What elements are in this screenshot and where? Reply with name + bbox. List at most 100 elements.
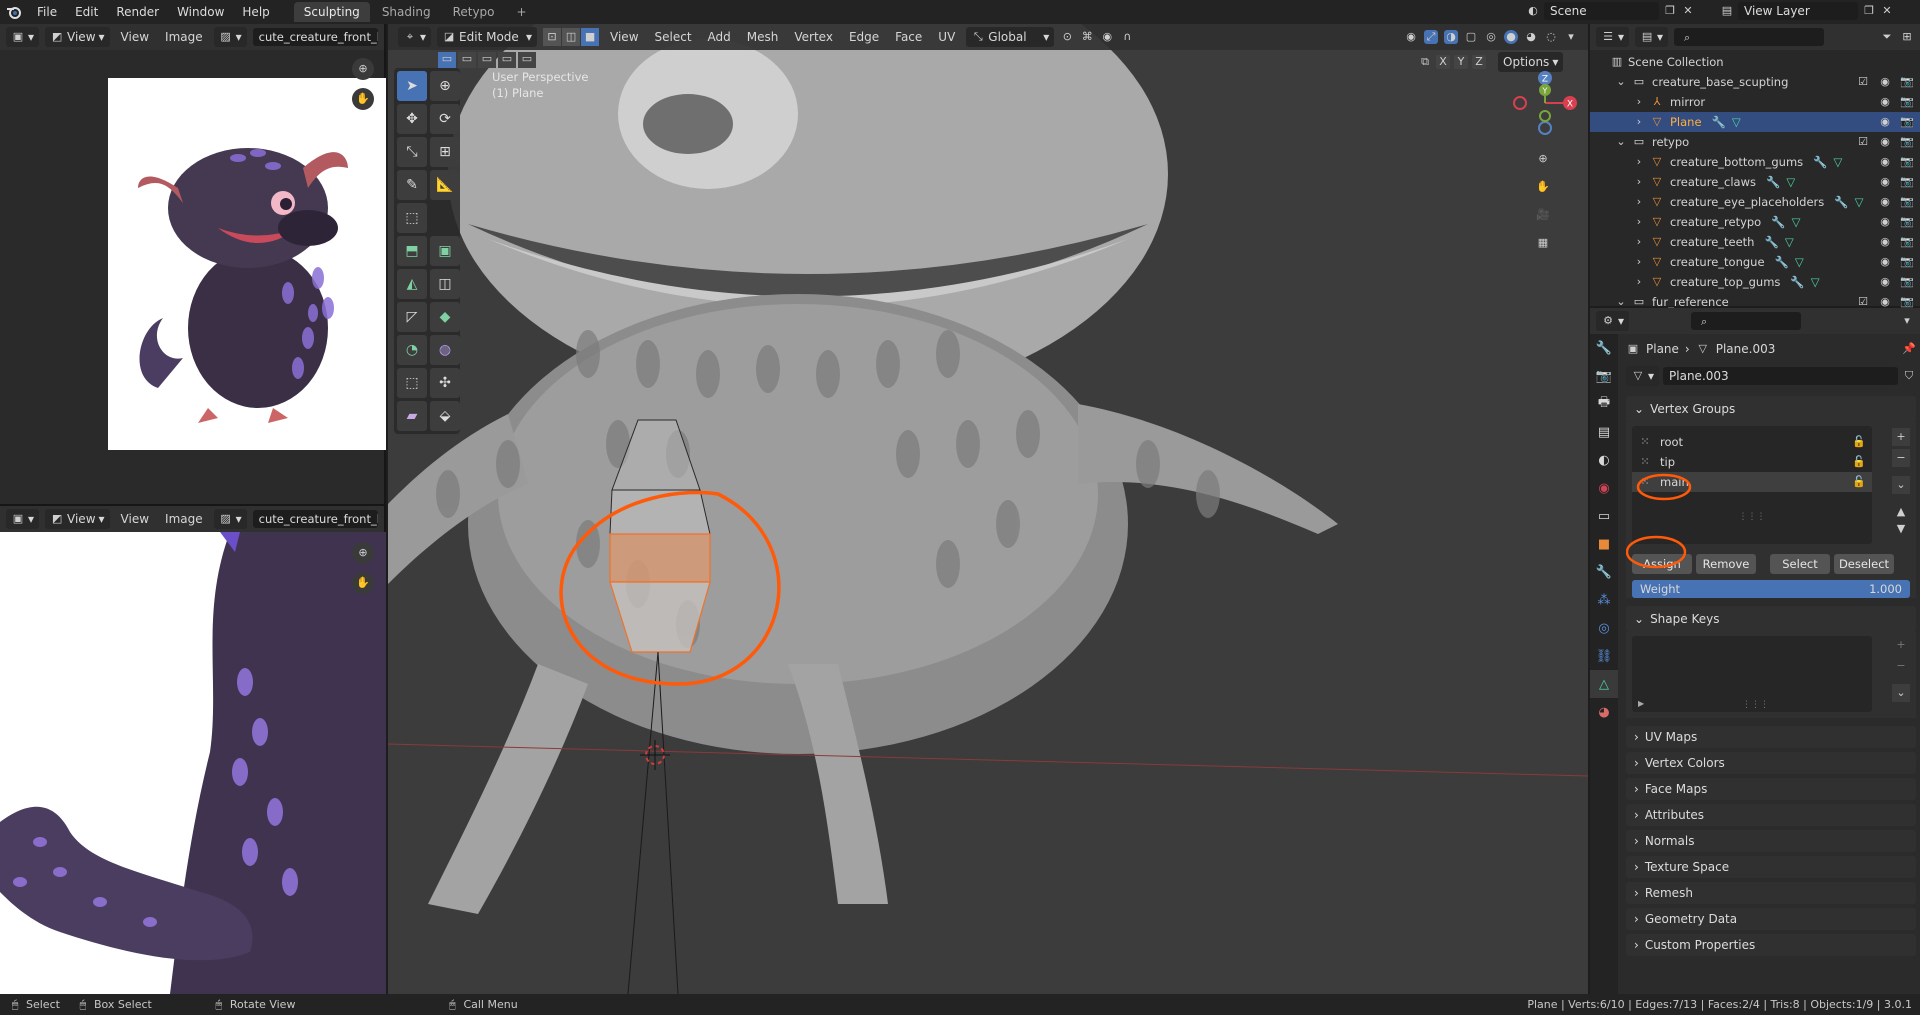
move-down-icon[interactable]: ▼ — [1892, 522, 1910, 536]
camera-icon[interactable]: 🎥 — [1532, 204, 1554, 226]
editor-type-dropdown[interactable]: ▣ ▾ — [6, 509, 40, 529]
gizmo-icon[interactable]: ⤢ — [1424, 30, 1438, 44]
outliner-row[interactable]: › ▽ creature_bottom_gums 🔧 ▽ ◉ 📷 — [1590, 152, 1920, 172]
close-scene-icon[interactable]: ✕ — [1681, 4, 1695, 18]
chevron-right-icon[interactable]: › — [1632, 255, 1646, 269]
view-mode-dropdown[interactable]: ◩ View ▾ — [45, 509, 110, 529]
filter-icon[interactable]: ⏷ — [1880, 30, 1894, 44]
navigation-gizmo[interactable]: Z X Y — [1510, 68, 1580, 138]
select-new-icon[interactable]: ▭ — [438, 52, 456, 68]
axis-x-toggle[interactable]: X — [1436, 55, 1450, 69]
grid-perspective-icon[interactable]: ▦ — [1532, 232, 1554, 254]
eye-icon[interactable]: ◉ — [1878, 235, 1892, 249]
transform-tool-icon[interactable]: ⊞ — [430, 137, 460, 167]
mesh-data-icon[interactable]: ▽ — [1795, 255, 1804, 269]
select-box-tool-icon[interactable]: ➤ — [397, 71, 427, 101]
collapse-icon[interactable]: ▾ — [1900, 314, 1914, 328]
shape-key-list[interactable]: ▶ ⋮⋮⋮ — [1632, 636, 1872, 712]
viewport-menu-vertex[interactable]: Vertex — [789, 30, 838, 44]
select-extend-icon[interactable]: ▭ — [458, 52, 476, 68]
tab-shading[interactable]: Shading — [372, 2, 441, 22]
modifier-icon[interactable]: 🔧 — [1775, 255, 1789, 269]
editor-type-dropdown[interactable]: ⚙ ▾ — [1596, 311, 1630, 331]
chevron-right-icon[interactable]: › — [1632, 115, 1646, 129]
eye-icon[interactable]: ◉ — [1878, 155, 1892, 169]
checkbox-icon[interactable]: ☑ — [1856, 295, 1870, 309]
poly-build-tool-icon[interactable]: ◆ — [430, 302, 460, 332]
eye-icon[interactable]: ◉ — [1878, 295, 1892, 309]
outliner-row[interactable]: › ▽ creature_tongue 🔧 ▽ ◉ 📷 — [1590, 252, 1920, 272]
proportional-edit-icon[interactable]: ◉ — [1100, 30, 1114, 44]
pan-hand-icon[interactable]: ✋ — [352, 572, 374, 594]
viewport-menu-view[interactable]: View — [605, 30, 643, 44]
pan-hand-icon[interactable]: ✋ — [1532, 176, 1554, 198]
view-layer-tab-icon[interactable]: ▤ — [1590, 418, 1618, 446]
lock-icon[interactable]: 🔓 — [1852, 435, 1866, 449]
cursor-tool-icon[interactable]: ⊕ — [430, 71, 460, 101]
modifier-icon[interactable]: 🔧 — [1790, 275, 1804, 289]
rendered-shading-icon[interactable]: ◌ — [1544, 30, 1558, 44]
image-name-field[interactable]: cute_creature_front_back. — [252, 510, 378, 528]
editor-type-dropdown[interactable]: ▣ ▾ — [6, 27, 40, 47]
camera-render-icon[interactable]: 📷 — [1900, 195, 1914, 209]
eye-icon[interactable]: ◉ — [1878, 135, 1892, 149]
add-vertex-group-icon[interactable]: + — [1892, 428, 1910, 446]
eye-icon[interactable]: ◉ — [1878, 195, 1892, 209]
viewport-menu-mesh[interactable]: Mesh — [742, 30, 784, 44]
shading-options-icon[interactable]: ▾ — [1564, 30, 1578, 44]
tool-tab-icon[interactable]: 🔧 — [1590, 334, 1618, 362]
list-resize-handle[interactable]: ⋮⋮⋮ — [1632, 512, 1872, 522]
collapsed-panel-header[interactable]: › Attributes — [1626, 804, 1916, 826]
remove-vertex-group-icon[interactable]: − — [1892, 449, 1910, 467]
select-invert-icon[interactable]: ▭ — [498, 52, 516, 68]
modifier-icon[interactable]: 🔧 — [1766, 175, 1780, 189]
tab-retypo[interactable]: Retypo — [443, 2, 505, 22]
particles-tab-icon[interactable]: ⁂ — [1590, 586, 1618, 614]
view-layer-selector[interactable]: View Layer — [1738, 2, 1858, 20]
loop-cut-tool-icon[interactable]: ◫ — [430, 269, 460, 299]
chevron-right-icon[interactable]: › — [1632, 195, 1646, 209]
camera-render-icon[interactable]: 📷 — [1900, 175, 1914, 189]
falloff-icon[interactable]: ∩ — [1120, 30, 1134, 44]
shear-tool-icon[interactable]: ▰ — [397, 401, 427, 431]
chevron-right-icon[interactable]: › — [1632, 95, 1646, 109]
eye-icon[interactable]: ◉ — [1878, 95, 1892, 109]
collapsed-panel-header[interactable]: › Geometry Data — [1626, 908, 1916, 930]
camera-render-icon[interactable]: 📷 — [1900, 75, 1914, 89]
fake-user-shield-icon[interactable]: ⛉ — [1902, 369, 1916, 383]
checkbox-icon[interactable]: ☑ — [1856, 135, 1870, 149]
tab-sculpting[interactable]: Sculpting — [293, 2, 370, 22]
outliner-row[interactable]: › ▽ Plane 🔧 ▽ ◉ 📷 — [1590, 112, 1920, 132]
outliner-search-input[interactable]: ⌕ — [1674, 28, 1825, 46]
mesh-data-icon[interactable]: ▽ — [1855, 195, 1864, 209]
object-tab-icon[interactable]: ■ — [1590, 530, 1618, 558]
outliner-row[interactable]: › ▽ creature_claws 🔧 ▽ ◉ 📷 — [1590, 172, 1920, 192]
camera-render-icon[interactable]: 📷 — [1900, 155, 1914, 169]
viewport-menu-add[interactable]: Add — [703, 30, 736, 44]
scene-collection-row[interactable]: ▥ Scene Collection — [1590, 52, 1920, 72]
render-tab-icon[interactable]: 📷 — [1590, 362, 1618, 390]
select-button[interactable]: Select — [1770, 554, 1830, 574]
outliner-row[interactable]: › ▽ creature_retypo 🔧 ▽ ◉ 📷 — [1590, 212, 1920, 232]
collapsed-panel-header[interactable]: › Texture Space — [1626, 856, 1916, 878]
zoom-icon[interactable]: ⊕ — [1532, 148, 1554, 170]
camera-render-icon[interactable]: 📷 — [1900, 295, 1914, 309]
view-layer-icon[interactable]: ▤ — [1720, 4, 1734, 18]
viewport-menu-uv[interactable]: UV — [933, 30, 960, 44]
eye-icon[interactable]: ◉ — [1878, 175, 1892, 189]
scene-icon[interactable]: ◐ — [1526, 4, 1540, 18]
copy-view-layer-icon[interactable]: ❐ — [1862, 4, 1876, 18]
camera-render-icon[interactable]: 📷 — [1900, 215, 1914, 229]
close-view-layer-icon[interactable]: ✕ — [1880, 4, 1894, 18]
mirror-icon[interactable]: ⧉ — [1418, 55, 1432, 69]
modifier-icon[interactable]: 🔧 — [1764, 235, 1778, 249]
smooth-tool-icon[interactable]: ◍ — [430, 335, 460, 365]
eye-icon[interactable]: ◉ — [1878, 275, 1892, 289]
lock-icon[interactable]: 🔓 — [1852, 455, 1866, 469]
camera-render-icon[interactable]: 📷 — [1900, 95, 1914, 109]
add-shape-key-icon[interactable]: + — [1892, 636, 1910, 654]
new-collection-icon[interactable]: ⊞ — [1900, 30, 1914, 44]
image-menu[interactable]: Image — [160, 30, 208, 44]
shape-keys-panel-header[interactable]: ⌄ Shape Keys — [1626, 606, 1916, 632]
chevron-right-icon[interactable]: › — [1632, 175, 1646, 189]
